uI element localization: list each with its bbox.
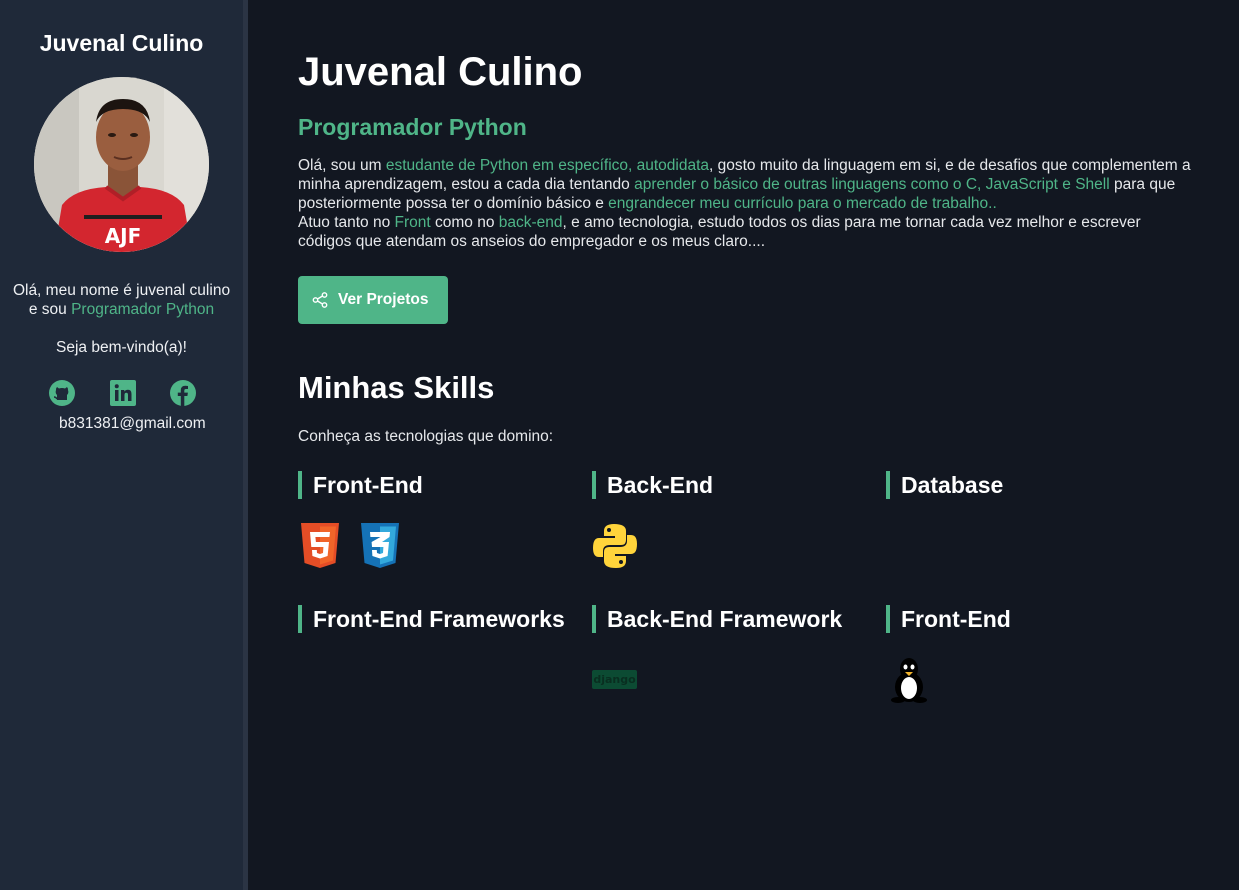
view-projects-label: Ver Projetos	[338, 291, 429, 308]
svg-text:AJF: AJF	[105, 224, 142, 248]
avatar: AJF	[34, 77, 209, 252]
github-icon[interactable]	[48, 379, 76, 407]
django-icon: django	[592, 670, 637, 689]
sidebar-intro-prefix: e sou	[28, 301, 72, 318]
facebook-icon[interactable]	[169, 379, 197, 407]
bio-highlight: back-end	[498, 214, 563, 231]
bio-text: Olá, sou um estudante de Python em espec…	[298, 156, 1198, 251]
category-back-end-framework: Back-End Framework	[592, 605, 842, 633]
bio-part: como no	[430, 214, 499, 231]
linux-icon	[889, 656, 929, 708]
view-projects-button[interactable]: Ver Projetos	[298, 276, 448, 324]
social-links	[47, 379, 207, 407]
sidebar-email[interactable]: b831381@gmail.com	[59, 415, 206, 433]
share-icon	[312, 292, 328, 308]
skills-title: Minhas Skills	[298, 370, 495, 405]
sidebar-name: Juvenal Culino	[39, 30, 204, 56]
linkedin-icon[interactable]	[109, 379, 137, 407]
bio-part: Atuo tanto no	[298, 214, 395, 231]
html5-icon	[300, 523, 340, 573]
category-front-end-2: Front-End	[886, 605, 1011, 633]
sidebar-intro-line1: Olá, meu nome é juvenal culino	[12, 282, 231, 299]
bio-part: Olá, sou um	[298, 157, 386, 174]
sidebar-intro-line2: e sou Programador Python	[0, 300, 243, 319]
category-front-end-frameworks: Front-End Frameworks	[298, 605, 565, 633]
sidebar-welcome: Seja bem-vindo(a)!	[56, 339, 187, 356]
bio-highlight: aprender o básico de outras linguagens c…	[634, 176, 1110, 193]
page-subtitle: Programador Python	[298, 114, 527, 140]
bio-highlight: engrandecer meu currículo para o mercado…	[608, 195, 997, 212]
css3-icon	[360, 523, 400, 573]
category-front-end: Front-End	[298, 471, 423, 499]
skills-description: Conheça as tecnologias que domino:	[298, 428, 554, 445]
sidebar-intro-highlight: Programador Python	[71, 301, 215, 318]
category-back-end: Back-End	[592, 471, 713, 499]
page-title: Juvenal Culino	[298, 50, 583, 94]
bio-highlight: Front	[394, 214, 431, 231]
bio-highlight: estudante de Python em específico, autod…	[385, 157, 710, 174]
sidebar: Juvenal Culino AJF Olá, meu nome é juven…	[0, 0, 243, 890]
python-icon	[592, 523, 638, 574]
sidebar-intro: Olá, meu nome é juvenal culino e sou Pro…	[0, 281, 243, 319]
category-database: Database	[886, 471, 1003, 499]
sidebar-divider	[243, 0, 248, 890]
